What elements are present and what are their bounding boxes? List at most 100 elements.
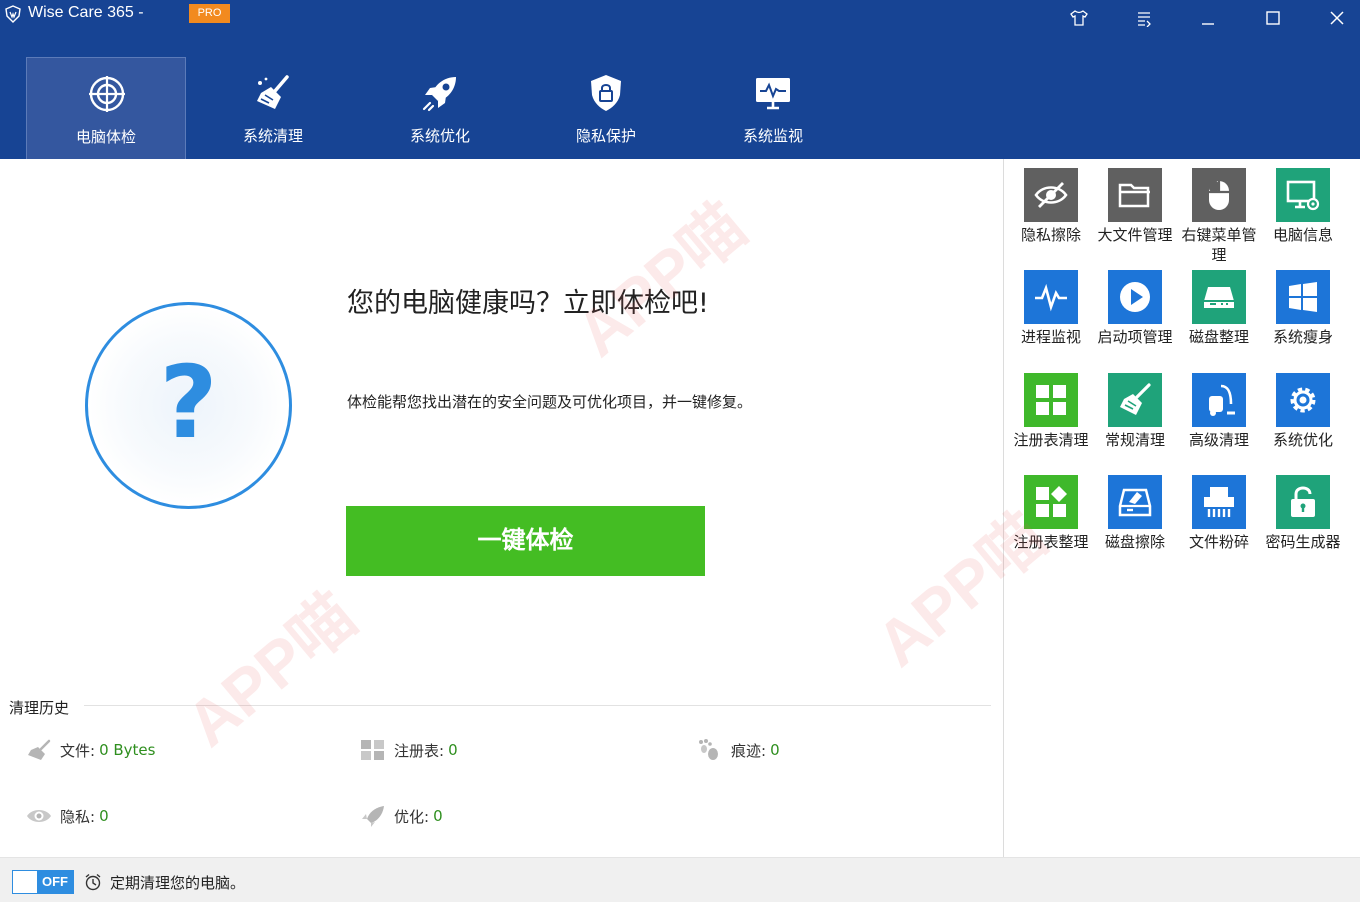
tool-label: 启动项管理 bbox=[1097, 328, 1173, 346]
broom-icon bbox=[1120, 383, 1151, 415]
tool-label: 系统优化 bbox=[1272, 431, 1333, 449]
clean-history-title: 清理历史 bbox=[9, 699, 70, 717]
tool-label: 文件粉碎 bbox=[1188, 533, 1249, 551]
health-status-circle: ? bbox=[85, 302, 292, 509]
tool-large-file-manager[interactable]: 大文件管理 bbox=[1091, 159, 1175, 259]
title-bar: Wise Care 365 - PRO 电脑体检 系统清理 系统优化 隐私保护 … bbox=[0, 0, 1360, 159]
tool-label: 大文件管理 bbox=[1097, 226, 1173, 244]
blocks-icon bbox=[1036, 486, 1067, 517]
minimize-button[interactable] bbox=[1194, 4, 1222, 32]
history-registry: 注册表: 0 bbox=[360, 738, 458, 762]
maximize-button[interactable] bbox=[1259, 4, 1287, 32]
broom-icon bbox=[257, 75, 289, 109]
shredder-icon bbox=[1204, 487, 1234, 517]
tool-common-clean[interactable]: 常规清理 bbox=[1091, 364, 1175, 464]
tool-password-generator[interactable]: 密码生成器 bbox=[1259, 466, 1343, 566]
menu-button[interactable] bbox=[1130, 4, 1158, 32]
maximize-icon bbox=[1266, 11, 1280, 25]
vacuum-icon bbox=[1209, 384, 1235, 416]
tab-label: 系统优化 bbox=[409, 127, 470, 145]
mouse-icon bbox=[1209, 181, 1229, 210]
tool-privacy-eraser[interactable]: 隐私擦除 bbox=[1007, 159, 1091, 259]
tool-advanced-clean[interactable]: 高级清理 bbox=[1175, 364, 1259, 464]
tool-disk-defrag[interactable]: 磁盘整理 bbox=[1175, 261, 1259, 361]
unknown-status-symbol: ? bbox=[159, 344, 218, 461]
tab-label: 电脑体检 bbox=[75, 128, 136, 146]
hidden-eye-icon bbox=[1034, 182, 1068, 208]
tab-system-optimize[interactable]: 系统优化 bbox=[360, 57, 520, 159]
history-divider bbox=[84, 705, 991, 706]
tool-label: 密码生成器 bbox=[1265, 533, 1341, 551]
tool-system-slimming[interactable]: 系统瘦身 bbox=[1259, 261, 1343, 361]
tab-privacy-protect[interactable]: 隐私保护 bbox=[526, 57, 686, 159]
history-traces-label: 痕迹: bbox=[731, 741, 767, 760]
tool-label: 进程监视 bbox=[1020, 328, 1081, 346]
app-title: Wise Care 365 - bbox=[28, 4, 144, 21]
tool-computer-info[interactable]: 电脑信息 bbox=[1259, 159, 1343, 259]
skin-button[interactable] bbox=[1065, 4, 1093, 32]
windows-icon bbox=[1289, 282, 1317, 312]
close-icon bbox=[1330, 11, 1344, 25]
shield-lock-icon bbox=[591, 75, 621, 111]
history-privacy-label: 隐私: bbox=[60, 807, 96, 826]
rocket-icon bbox=[362, 806, 384, 827]
tool-label: 电脑信息 bbox=[1272, 226, 1333, 244]
history-registry-label: 注册表: bbox=[394, 741, 445, 760]
tab-system-clean[interactable]: 系统清理 bbox=[193, 57, 353, 159]
pulse-icon bbox=[1035, 283, 1067, 312]
scheduled-clean-toggle[interactable]: OFF bbox=[12, 870, 74, 894]
eye-icon bbox=[27, 810, 51, 822]
toggle-state-label: OFF bbox=[37, 871, 73, 893]
folder-icon bbox=[1118, 183, 1150, 208]
tool-startup-manager[interactable]: 启动项管理 bbox=[1091, 261, 1175, 361]
pro-badge: PRO bbox=[189, 4, 230, 23]
history-files: 文件: 0 Bytes bbox=[26, 738, 155, 762]
tool-file-shredder[interactable]: 文件粉碎 bbox=[1175, 466, 1259, 566]
tab-label: 系统监视 bbox=[742, 127, 803, 145]
history-optimize-value: 0 bbox=[433, 807, 443, 825]
gear-icon bbox=[1290, 387, 1316, 413]
monitor-icon bbox=[756, 78, 790, 110]
history-privacy-value: 0 bbox=[99, 807, 109, 825]
padlock-icon bbox=[1291, 486, 1315, 517]
tool-process-monitor[interactable]: 进程监视 bbox=[1007, 261, 1091, 361]
history-traces: 痕迹: 0 bbox=[697, 738, 780, 762]
status-bar: OFF 定期清理您的电脑。 bbox=[0, 857, 1360, 902]
tab-label: 隐私保护 bbox=[575, 127, 636, 145]
tool-registry-defrag[interactable]: 注册表整理 bbox=[1007, 466, 1091, 566]
tool-label: 高级清理 bbox=[1188, 431, 1249, 449]
history-files-value: 0 Bytes bbox=[99, 741, 156, 759]
health-check-panel: ? 您的电脑健康吗？立即体检吧! 体检能帮您找出潜在的安全问题及可优化项目，并一… bbox=[0, 159, 1003, 857]
history-registry-value: 0 bbox=[448, 741, 458, 759]
tab-system-monitor[interactable]: 系统监视 bbox=[693, 57, 853, 159]
health-description: 体检能帮您找出潜在的安全问题及可优化项目，并一键修复。 bbox=[347, 393, 753, 411]
tool-label: 磁盘整理 bbox=[1188, 328, 1249, 346]
tool-disk-eraser[interactable]: 磁盘擦除 bbox=[1091, 466, 1175, 566]
play-icon bbox=[1120, 282, 1150, 312]
tab-health-check[interactable]: 电脑体检 bbox=[26, 57, 186, 159]
tool-system-optimize[interactable]: 系统优化 bbox=[1259, 364, 1343, 464]
history-optimize-label: 优化: bbox=[394, 807, 430, 826]
broom-icon bbox=[28, 739, 51, 760]
grid-icon bbox=[1036, 385, 1066, 415]
tool-label: 常规清理 bbox=[1104, 431, 1165, 449]
one-click-scan-button[interactable]: 一键体检 bbox=[346, 506, 705, 576]
history-traces-value: 0 bbox=[770, 741, 780, 759]
computer-info-icon bbox=[1286, 180, 1320, 211]
tool-context-menu-manager[interactable]: 右键菜单管理 bbox=[1175, 159, 1259, 264]
close-button[interactable] bbox=[1323, 4, 1351, 32]
skin-icon bbox=[1070, 10, 1088, 26]
footprint-icon bbox=[699, 739, 718, 760]
tool-registry-cleaner[interactable]: 注册表清理 bbox=[1007, 364, 1091, 464]
tool-label: 磁盘擦除 bbox=[1104, 533, 1165, 551]
scheduled-clean-text: 定期清理您的电脑。 bbox=[110, 874, 246, 892]
disk-eraser-icon bbox=[1118, 488, 1152, 517]
tool-label: 右键菜单管理 bbox=[1181, 226, 1257, 264]
history-privacy: 隐私: 0 bbox=[26, 804, 109, 828]
minimize-icon bbox=[1202, 23, 1214, 25]
history-files-label: 文件: bbox=[60, 741, 96, 760]
rocket-icon bbox=[422, 77, 456, 112]
registry-icon bbox=[361, 740, 384, 760]
tools-panel: 隐私擦除 大文件管理 右键菜单管理 电脑信息 进程监视 启动项管理 磁盘整理 系… bbox=[1004, 159, 1360, 857]
alarm-clock-icon bbox=[85, 873, 101, 891]
